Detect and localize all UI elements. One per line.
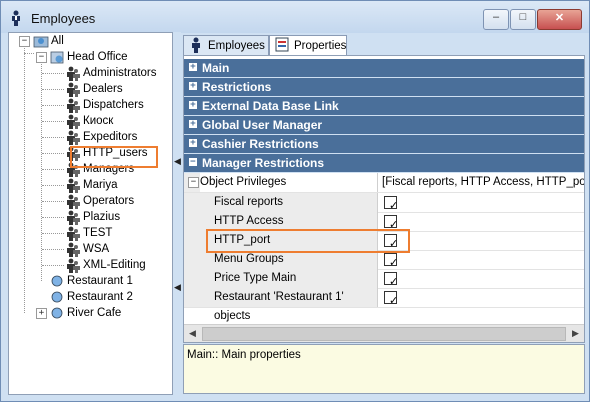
category-toggle-icon[interactable]: + bbox=[189, 120, 197, 129]
group-label: Dealers bbox=[83, 83, 123, 95]
category-label: External Data Base Link bbox=[202, 99, 339, 113]
property-value: [Fiscal reports, HTTP Access, HTTP_port,… bbox=[382, 176, 584, 188]
category-label: Manager Restrictions bbox=[202, 156, 325, 170]
group-label: Dispatchers bbox=[83, 99, 144, 111]
close-icon: ✕ bbox=[554, 12, 565, 24]
horizontal-scrollbar[interactable]: ◀ ▶ bbox=[184, 324, 584, 342]
scroll-thumb[interactable] bbox=[202, 327, 566, 341]
checkmark-icon: ✓ bbox=[389, 276, 399, 288]
category-label: Restrictions bbox=[202, 80, 272, 94]
maximize-icon: □ bbox=[519, 11, 527, 23]
group-label: Expeditors bbox=[83, 131, 138, 143]
folder-globe-icon bbox=[33, 36, 49, 48]
group-label: WSA bbox=[83, 243, 110, 255]
restaurant-icon bbox=[51, 291, 63, 303]
group-label: Operators bbox=[83, 195, 135, 207]
collapse-head-office-toggle[interactable]: − bbox=[36, 52, 47, 63]
highlight-http-users bbox=[70, 146, 158, 168]
privilege-row[interactable]: Fiscal reports ✓ bbox=[184, 193, 584, 213]
category-bar[interactable]: − Manager Restrictions bbox=[184, 154, 584, 173]
checkmark-icon: ✓ bbox=[389, 200, 399, 212]
checkmark-icon: ✓ bbox=[389, 257, 399, 269]
tab-employees[interactable]: Employees bbox=[183, 35, 269, 55]
privilege-row[interactable]: Restaurant 'Restaurant 1' objects ✓ bbox=[184, 288, 584, 322]
privilege-checkbox[interactable]: ✓ bbox=[384, 253, 399, 269]
user-group-icon bbox=[67, 66, 80, 81]
category-label: Cashier Restrictions bbox=[202, 137, 319, 151]
user-group-icon bbox=[67, 114, 80, 129]
category-toggle-icon[interactable]: + bbox=[189, 101, 197, 110]
properties-icon bbox=[275, 37, 289, 52]
category-toggle-icon[interactable]: + bbox=[189, 82, 197, 91]
panel-splitter[interactable]: ◀ ◀ bbox=[173, 32, 181, 393]
category-bar[interactable]: + Main bbox=[184, 59, 584, 78]
user-group-icon bbox=[67, 130, 80, 145]
privilege-row[interactable]: Price Type Main ✓ bbox=[184, 269, 584, 289]
category-toggle-icon[interactable]: + bbox=[189, 63, 197, 72]
description-panel: Main:: Main properties bbox=[183, 344, 585, 394]
privilege-label: Restaurant 'Restaurant 1' objects bbox=[214, 291, 344, 322]
group-label: TEST bbox=[83, 227, 113, 239]
user-group-icon bbox=[67, 194, 80, 209]
category-bar[interactable]: + Restrictions bbox=[184, 78, 584, 97]
privilege-checkbox[interactable]: ✓ bbox=[384, 291, 399, 307]
privilege-checkbox[interactable]: ✓ bbox=[384, 272, 399, 288]
tab-properties[interactable]: Properties bbox=[269, 35, 347, 56]
tab-strip: Employees Properties bbox=[183, 35, 583, 56]
user-group-icon bbox=[67, 98, 80, 113]
employee-icon bbox=[12, 10, 20, 26]
group-label: Administrators bbox=[83, 67, 157, 79]
privilege-label: Fiscal reports bbox=[214, 196, 284, 208]
category-toggle-icon[interactable]: − bbox=[189, 158, 197, 167]
restaurant-icon bbox=[51, 307, 63, 319]
user-group-icon bbox=[67, 242, 80, 257]
title-bar[interactable]: Employees – □ ✕ bbox=[1, 1, 589, 33]
category-toggle-icon[interactable]: + bbox=[189, 139, 197, 148]
privilege-row[interactable]: Menu Groups ✓ bbox=[184, 250, 584, 270]
property-name: Object Privileges bbox=[200, 176, 287, 188]
checkmark-icon: ✓ bbox=[389, 295, 399, 307]
property-grid[interactable]: + Main + Restrictions + External Data Base Li… bbox=[183, 55, 585, 343]
category-bar[interactable]: + Cashier Restrictions bbox=[184, 135, 584, 154]
employee-tree[interactable]: − All − Head Office Administrators Dealer… bbox=[8, 32, 173, 395]
user-group-icon bbox=[67, 258, 80, 273]
user-group-icon bbox=[67, 210, 80, 225]
minimize-button[interactable]: – bbox=[483, 9, 509, 30]
category-label: Main bbox=[202, 61, 230, 75]
collapse-object-privileges-toggle[interactable]: − bbox=[188, 177, 199, 188]
group-label: Киоск bbox=[83, 115, 114, 127]
category-bar[interactable]: + Global User Manager bbox=[184, 116, 584, 135]
privilege-checkbox[interactable]: ✓ bbox=[384, 196, 399, 212]
category-bar[interactable]: + External Data Base Link bbox=[184, 97, 584, 116]
category-label: Global User Manager bbox=[202, 118, 323, 132]
restaurant-icon bbox=[51, 275, 63, 287]
collapse-left-icon-2[interactable]: ◀ bbox=[174, 282, 181, 293]
minimize-icon: – bbox=[492, 11, 500, 23]
close-button[interactable]: ✕ bbox=[537, 9, 582, 30]
maximize-button[interactable]: □ bbox=[510, 9, 536, 30]
privilege-label: Price Type Main bbox=[214, 272, 297, 284]
description-text: Main:: Main properties bbox=[187, 349, 301, 361]
group-label: Mariya bbox=[83, 179, 118, 191]
window-title: Employees bbox=[31, 11, 96, 26]
group-label: Plazius bbox=[83, 211, 121, 223]
scroll-left-icon[interactable]: ◀ bbox=[185, 326, 200, 341]
employees-window: Employees – □ ✕ − All − Head Office Admi… bbox=[0, 0, 590, 402]
user-group-icon bbox=[67, 82, 80, 97]
highlight-http-port bbox=[206, 229, 410, 253]
collapse-left-icon[interactable]: ◀ bbox=[174, 156, 181, 167]
employee-icon bbox=[192, 37, 200, 53]
property-row-object-privileges[interactable]: − Object Privileges [Fiscal reports, HTT… bbox=[184, 173, 584, 193]
group-label: XML-Editing bbox=[83, 259, 146, 271]
office-icon bbox=[50, 51, 64, 64]
collapse-all-toggle[interactable]: − bbox=[19, 36, 30, 47]
user-group-icon bbox=[67, 226, 80, 241]
expand-river-cafe-toggle[interactable]: + bbox=[36, 308, 47, 319]
privilege-checkbox[interactable]: ✓ bbox=[384, 215, 398, 231]
scroll-right-icon[interactable]: ▶ bbox=[568, 326, 583, 341]
user-group-icon bbox=[67, 178, 80, 193]
